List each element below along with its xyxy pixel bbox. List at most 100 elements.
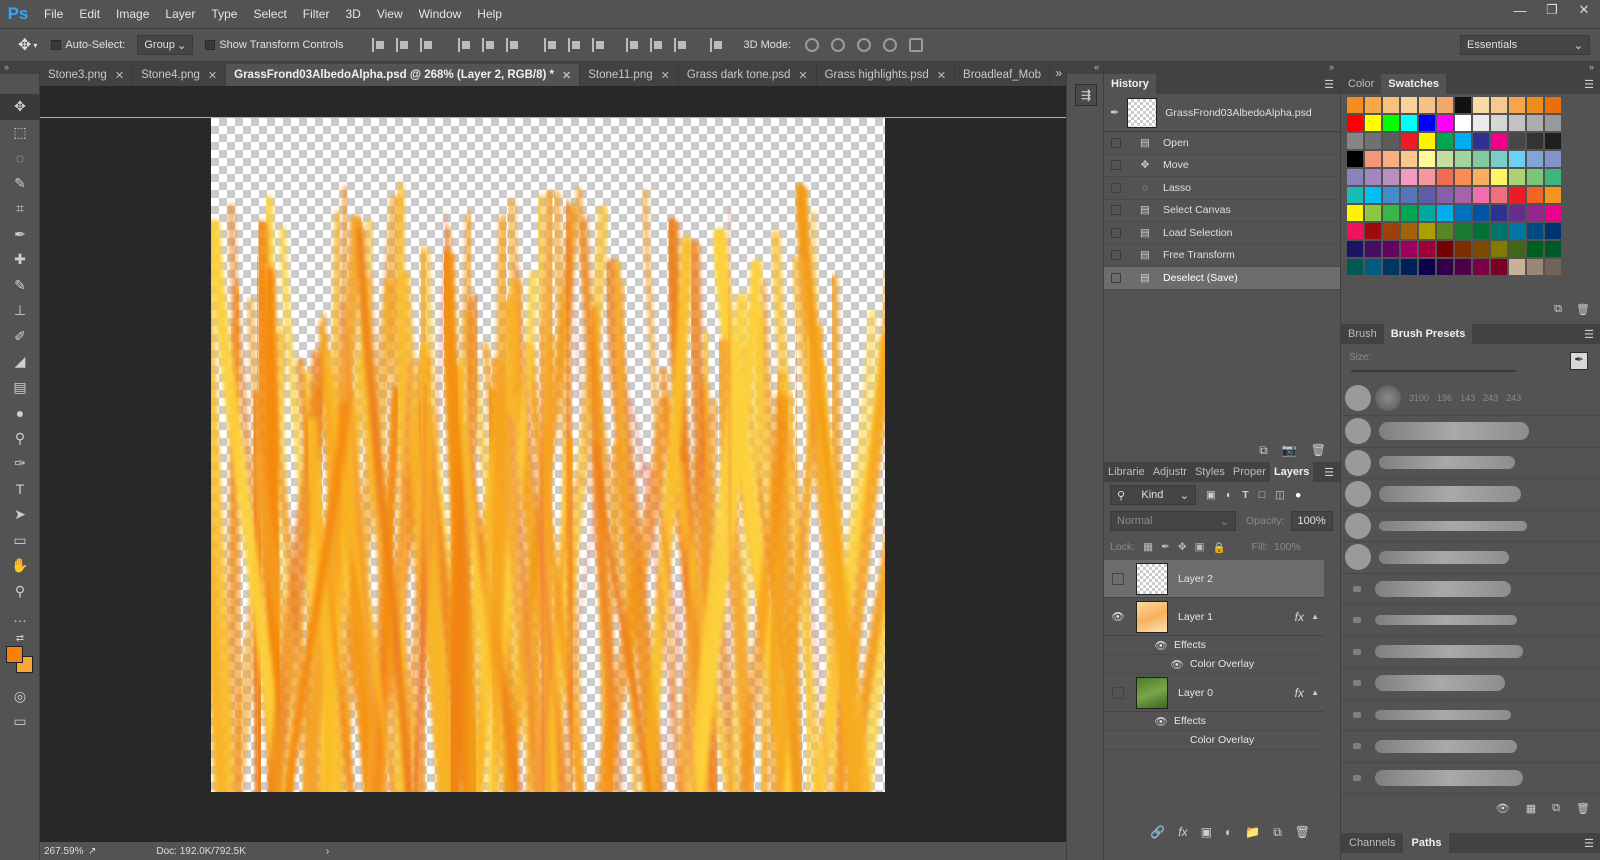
color-swatch[interactable] xyxy=(1527,187,1543,203)
filter-type-icon[interactable]: T xyxy=(1242,489,1248,501)
color-swatch[interactable] xyxy=(1347,133,1363,149)
color-swatch[interactable] xyxy=(1365,115,1381,131)
color-swatch[interactable] xyxy=(1473,97,1489,113)
color-swatch[interactable] xyxy=(1491,133,1507,149)
color-swatch[interactable] xyxy=(1365,97,1381,113)
auto-select-dropdown[interactable]: Group ⌄ xyxy=(137,35,194,55)
layer-row[interactable]: Layer 0 fx ▲ xyxy=(1104,674,1324,712)
history-source-checkbox[interactable] xyxy=(1111,182,1121,193)
history-item[interactable]: ▤ Deselect (Save) xyxy=(1104,267,1340,290)
brush-preset[interactable] xyxy=(1341,448,1600,479)
tab-color[interactable]: Color xyxy=(1341,74,1381,94)
color-swatch[interactable] xyxy=(1419,169,1435,185)
color-swatch[interactable] xyxy=(1491,187,1507,203)
effects-row[interactable]: 👁 Effects xyxy=(1104,712,1324,731)
color-swatch[interactable] xyxy=(1383,187,1399,203)
lock-position-icon[interactable]: ✥ xyxy=(1178,541,1187,553)
collapse-toolbar-icon[interactable]: » xyxy=(0,62,39,74)
minimize-icon[interactable]: — xyxy=(1504,0,1536,20)
tab-channels[interactable]: Channels xyxy=(1341,833,1403,853)
color-swatch[interactable] xyxy=(1509,241,1525,257)
lock-artboard-icon[interactable]: ▣ xyxy=(1195,541,1205,553)
opacity-field[interactable]: 100% xyxy=(1290,511,1333,531)
color-swatch[interactable] xyxy=(1455,223,1471,239)
clone-stamp-tool[interactable]: ⊥ xyxy=(0,298,40,324)
menu-image[interactable]: Image xyxy=(108,0,157,28)
color-swatch[interactable] xyxy=(1347,223,1363,239)
link-layers-icon[interactable]: 🔗 xyxy=(1150,825,1165,839)
blur-tool[interactable]: ● xyxy=(0,400,40,426)
filter-adjustment-icon[interactable]: ◐ xyxy=(1226,489,1232,501)
color-swatch[interactable] xyxy=(1527,205,1543,221)
color-swatch[interactable] xyxy=(1473,115,1489,131)
panel-menu-icon[interactable]: ☰ xyxy=(1324,78,1334,91)
properties-panel-icon[interactable]: ⇶ xyxy=(1075,84,1097,106)
pen-tool[interactable]: ✑ xyxy=(0,451,40,477)
trash-icon[interactable]: 🗑 xyxy=(1576,802,1590,815)
color-swatch[interactable] xyxy=(1455,241,1471,257)
color-swatch[interactable] xyxy=(1401,133,1417,149)
color-swatch[interactable] xyxy=(1437,115,1453,131)
brush-tip[interactable] xyxy=(1345,384,1371,411)
fx-icon[interactable]: fx xyxy=(1295,686,1304,700)
distribute-hcenter-icon[interactable] xyxy=(650,38,664,52)
document-tab[interactable]: Stone3.png ✕ xyxy=(40,64,134,86)
tab-brush[interactable]: Brush xyxy=(1341,324,1384,344)
history-item[interactable]: ◌ Lasso xyxy=(1104,177,1340,200)
distribute-right-icon[interactable] xyxy=(674,38,688,52)
add-mask-icon[interactable]: ▣ xyxy=(1201,825,1212,839)
color-picker-swatches[interactable] xyxy=(6,646,36,676)
color-swatch[interactable] xyxy=(1545,223,1561,239)
panel-menu-icon[interactable]: ☰ xyxy=(1324,466,1334,479)
color-swatch[interactable] xyxy=(1383,205,1399,221)
color-swatch[interactable] xyxy=(1473,133,1489,149)
menu-file[interactable]: File xyxy=(36,0,71,28)
show-transform-controls-checkbox[interactable]: Show Transform Controls xyxy=(205,39,343,51)
color-swatch[interactable] xyxy=(1509,205,1525,221)
brush-preset[interactable] xyxy=(1341,542,1600,574)
blend-mode-dropdown[interactable]: Normal ⌄ xyxy=(1110,511,1236,531)
eyedropper-tool[interactable]: ✒ xyxy=(0,222,40,248)
brush-preset[interactable] xyxy=(1341,479,1600,511)
color-swatch[interactable] xyxy=(1401,205,1417,221)
color-swatch[interactable] xyxy=(1455,205,1471,221)
path-selection-tool[interactable]: ➤ xyxy=(0,502,40,528)
brush-size-slider[interactable] xyxy=(1351,370,1516,372)
brush-preset[interactable] xyxy=(1341,637,1600,668)
fill-field[interactable]: 100% xyxy=(1274,541,1301,553)
close-tab-icon[interactable]: ✕ xyxy=(798,69,807,82)
expand-effects-icon[interactable]: ▲ xyxy=(1311,688,1319,697)
foreground-color-swatch[interactable] xyxy=(6,646,23,663)
lock-transparent-icon[interactable]: ▦ xyxy=(1143,541,1153,553)
menu-filter[interactable]: Filter xyxy=(295,0,338,28)
color-swatch[interactable] xyxy=(1419,151,1435,167)
color-swatch[interactable] xyxy=(1437,97,1453,113)
brush-preset[interactable] xyxy=(1341,731,1600,763)
new-group-icon[interactable]: 📁 xyxy=(1245,825,1260,839)
color-swatch[interactable] xyxy=(1545,97,1561,113)
trash-icon[interactable]: 🗑 xyxy=(1295,825,1310,839)
color-swatch[interactable] xyxy=(1455,259,1471,275)
tab-brush-presets[interactable]: Brush Presets xyxy=(1383,324,1473,344)
color-swatch[interactable] xyxy=(1383,169,1399,185)
color-swatch[interactable] xyxy=(1365,133,1381,149)
brush-preset-number[interactable]: 243 xyxy=(1506,393,1521,403)
color-swatch[interactable] xyxy=(1455,115,1471,131)
color-swatch[interactable] xyxy=(1419,223,1435,239)
marquee-tool[interactable]: ⬚ xyxy=(0,120,40,146)
color-swatch[interactable] xyxy=(1419,241,1435,257)
history-source-checkbox[interactable] xyxy=(1111,227,1121,238)
eraser-tool[interactable]: ◢ xyxy=(0,349,40,375)
color-swatch[interactable] xyxy=(1527,241,1543,257)
color-swatch[interactable] xyxy=(1455,133,1471,149)
camera-icon[interactable]: 📷 xyxy=(1282,443,1297,457)
3d-pan-icon[interactable] xyxy=(857,38,872,52)
color-swatch[interactable] xyxy=(1347,151,1363,167)
color-swatch[interactable] xyxy=(1347,205,1363,221)
color-swatch[interactable] xyxy=(1401,97,1417,113)
color-swatch[interactable] xyxy=(1347,241,1363,257)
rectangle-tool[interactable]: ▭ xyxy=(0,528,40,554)
brush-preset[interactable] xyxy=(1341,605,1600,637)
history-source-checkbox[interactable] xyxy=(1111,250,1121,261)
brush-preset-number[interactable]: 243 xyxy=(1483,393,1498,403)
